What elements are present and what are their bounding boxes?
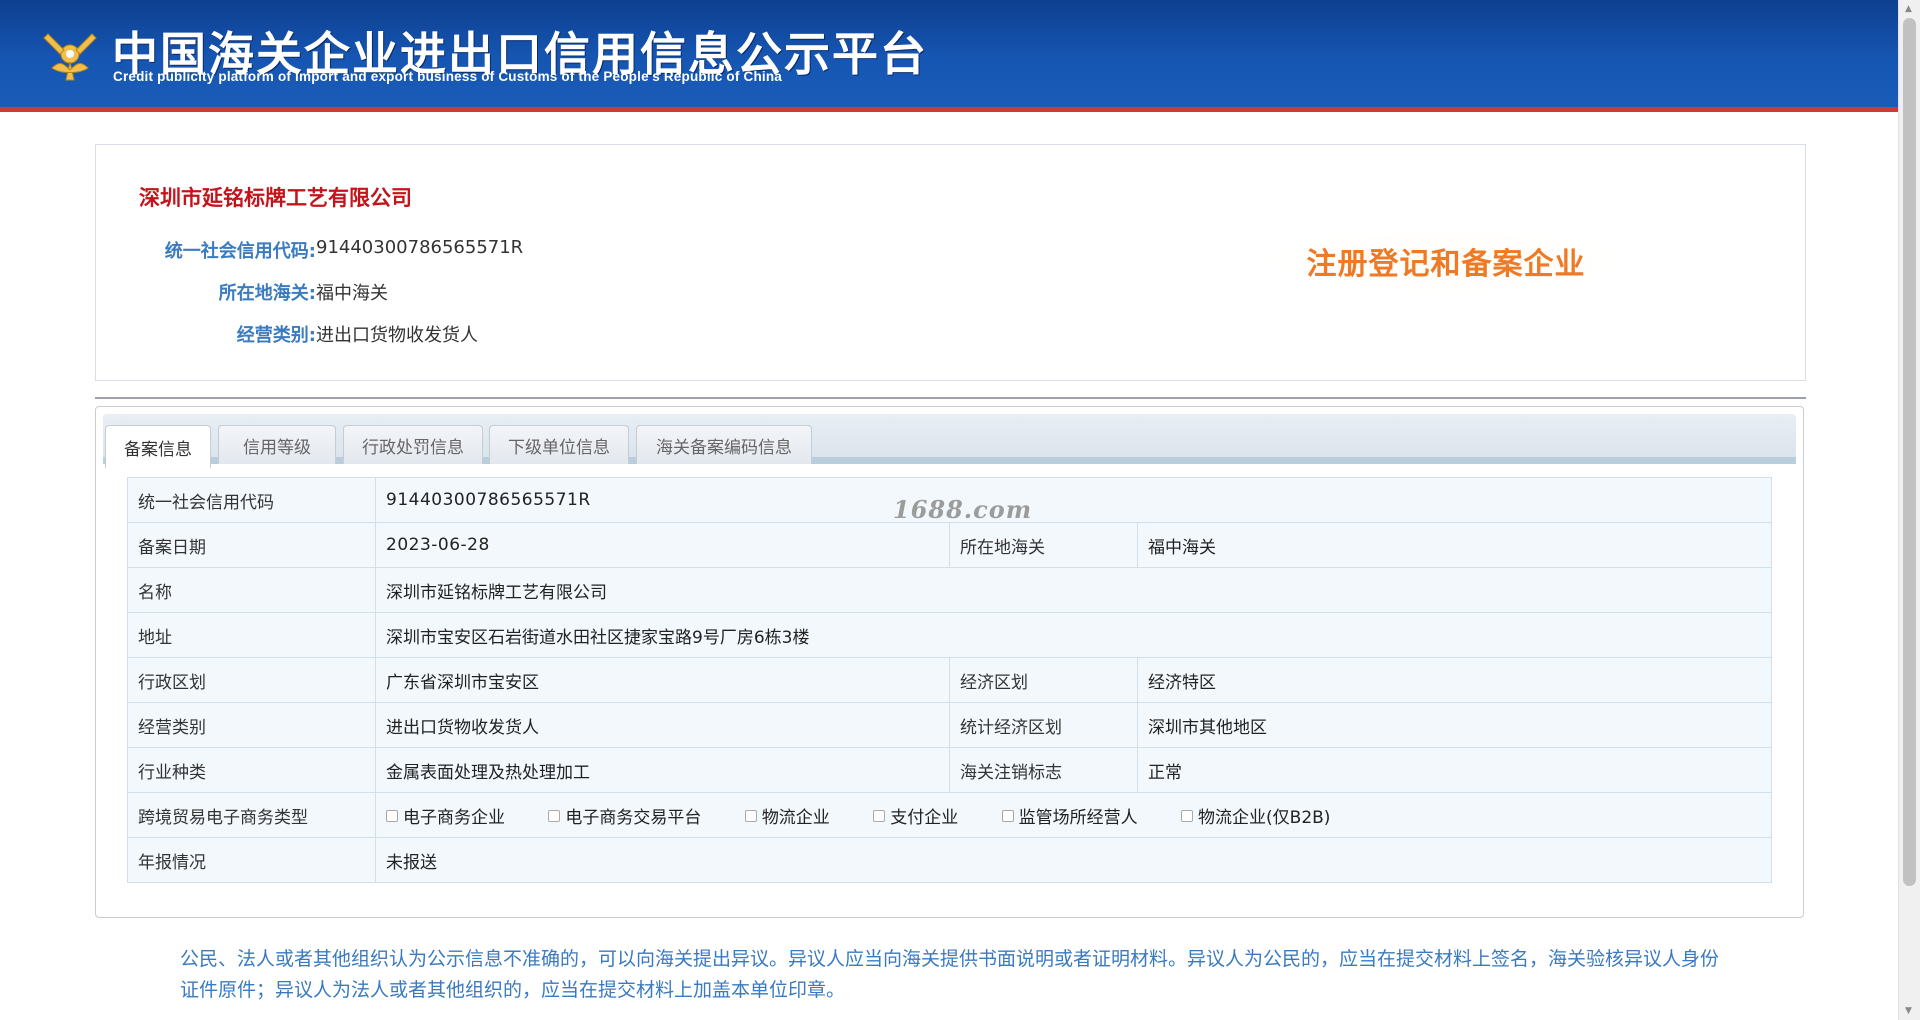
checkbox[interactable] bbox=[548, 809, 561, 822]
table-row: 名称 深圳市延铭标牌工艺有限公司 bbox=[127, 567, 1772, 613]
row-value: 经济特区 bbox=[1137, 657, 1772, 703]
table-row: 地址 深圳市宝安区石岩街道水田社区捷家宝路9号厂房6栋3楼 bbox=[127, 612, 1772, 658]
checkbox[interactable] bbox=[386, 809, 398, 822]
table-row: 行政区划 广东省深圳市宝安区 经济区划 经济特区 bbox=[127, 657, 1772, 703]
tab-subunit-info[interactable]: 下级单位信息 bbox=[489, 425, 629, 464]
ecommerce-option[interactable]: 物流企业(仅B2B) bbox=[1181, 803, 1330, 828]
tab-credit-level[interactable]: 信用等级 bbox=[218, 425, 336, 464]
objection-notice: 公民、法人或者其他组织认为公示信息不准确的，可以向海关提出异议。异议人应当向海关… bbox=[180, 948, 1720, 1001]
row-value: 2023-06-28 bbox=[375, 522, 950, 568]
row-label: 备案日期 bbox=[127, 522, 376, 568]
section-divider bbox=[95, 397, 1806, 399]
row-label: 名称 bbox=[127, 567, 376, 613]
ecommerce-option[interactable]: 监管场所经营人 bbox=[1001, 803, 1138, 828]
row-label: 行政区划 bbox=[127, 657, 376, 703]
checkbox-label: 支付企业 bbox=[890, 807, 959, 828]
page-scrollbar[interactable]: ▲ ▼ bbox=[1898, 0, 1920, 1020]
row-value: 未报送 bbox=[375, 837, 1772, 883]
row-value: 深圳市宝安区石岩街道水田社区捷家宝路9号厂房6栋3楼 bbox=[375, 612, 1772, 658]
customs-emblem-icon bbox=[43, 33, 97, 81]
tab-record-info[interactable]: 备案信息 bbox=[105, 425, 211, 468]
checkbox[interactable] bbox=[873, 809, 886, 822]
ecommerce-option[interactable]: 物流企业 bbox=[744, 803, 830, 828]
company-summary: 深圳市延铭标牌工艺有限公司 统一社会信用代码: 9144030078656557… bbox=[95, 144, 1806, 381]
row-label: 经营类别 bbox=[127, 702, 376, 748]
row-value: 福中海关 bbox=[1137, 522, 1772, 568]
record-info-table: 统一社会信用代码 91440300786565571R 备案日期 2023-06… bbox=[127, 477, 1772, 883]
details-panel: 备案信息 信用等级 行政处罚信息 下级单位信息 海关备案编码信息 统一社会信用代… bbox=[95, 406, 1804, 918]
ecommerce-option[interactable]: 电子商务交易平台 bbox=[548, 803, 701, 828]
company-name: 深圳市延铭标牌工艺有限公司 bbox=[139, 186, 412, 210]
table-row: 行业种类 金属表面处理及热处理加工 海关注销标志 正常 bbox=[127, 747, 1772, 793]
summary-label: 统一社会信用代码: bbox=[164, 241, 316, 262]
site-header: 中国海关企业进出口信用信息公示平台 Credit publicity platf… bbox=[0, 0, 1898, 112]
scroll-down-arrow-icon[interactable]: ▼ bbox=[1905, 1006, 1912, 1016]
row-label: 地址 bbox=[127, 612, 376, 658]
summary-label: 经营类别: bbox=[236, 325, 316, 346]
checkbox-label: 物流企业(仅B2B) bbox=[1198, 807, 1331, 828]
checkbox-label: 物流企业 bbox=[761, 807, 830, 828]
checkbox-label: 监管场所经营人 bbox=[1018, 807, 1138, 828]
row-label: 年报情况 bbox=[127, 837, 376, 883]
checkbox[interactable] bbox=[744, 809, 757, 822]
summary-value: 进出口货物收发货人 bbox=[316, 325, 478, 346]
row-value: 进出口货物收发货人 bbox=[375, 702, 950, 748]
checkbox[interactable] bbox=[1181, 809, 1194, 822]
row-value: 91440300786565571R bbox=[375, 477, 1772, 523]
ecommerce-option[interactable]: 电子商务企业 bbox=[386, 803, 505, 828]
summary-label: 所在地海关: bbox=[218, 283, 316, 304]
row-value: 深圳市延铭标牌工艺有限公司 bbox=[375, 567, 1772, 613]
summary-value: 91440300786565571R bbox=[316, 237, 524, 258]
scroll-up-arrow-icon[interactable]: ▲ bbox=[1905, 4, 1912, 14]
table-row: 备案日期 2023-06-28 所在地海关 福中海关 bbox=[127, 522, 1772, 568]
ecommerce-options: 电子商务企业 电子商务交易平台 物流企业 支付企业 监管场所经营人 物流企业(仅… bbox=[375, 792, 1772, 838]
table-row: 经营类别 进出口货物收发货人 统计经济区划 深圳市其他地区 bbox=[127, 702, 1772, 748]
row-label: 跨境贸易电子商务类型 bbox=[127, 792, 376, 838]
row-label: 所在地海关 bbox=[949, 522, 1138, 568]
tab-penalty-info[interactable]: 行政处罚信息 bbox=[343, 425, 483, 464]
row-value: 深圳市其他地区 bbox=[1137, 702, 1772, 748]
checkbox-label: 电子商务企业 bbox=[403, 807, 505, 828]
tab-bar: 备案信息 信用等级 行政处罚信息 下级单位信息 海关备案编码信息 bbox=[103, 414, 1796, 468]
row-label: 统一社会信用代码 bbox=[127, 477, 376, 523]
row-label: 行业种类 bbox=[127, 747, 376, 793]
row-value: 金属表面处理及热处理加工 bbox=[375, 747, 950, 793]
tab-customs-code-info[interactable]: 海关备案编码信息 bbox=[636, 425, 812, 464]
registration-stamp: 注册登记和备案企业 bbox=[1271, 229, 1621, 293]
checkbox-label: 电子商务交易平台 bbox=[565, 807, 702, 828]
row-label: 统计经济区划 bbox=[949, 702, 1138, 748]
row-value: 正常 bbox=[1137, 747, 1772, 793]
row-value: 广东省深圳市宝安区 bbox=[375, 657, 950, 703]
scroll-thumb[interactable] bbox=[1903, 18, 1916, 886]
row-label: 海关注销标志 bbox=[949, 747, 1138, 793]
row-label: 经济区划 bbox=[949, 657, 1138, 703]
table-row: 年报情况 未报送 bbox=[127, 837, 1772, 883]
table-row: 跨境贸易电子商务类型 电子商务企业 电子商务交易平台 物流企业 支付企业 监管场… bbox=[127, 792, 1772, 838]
site-subtitle: Credit publicity platform of import and … bbox=[113, 69, 783, 84]
ecommerce-option[interactable]: 支付企业 bbox=[873, 803, 958, 828]
watermark: 1688.com bbox=[893, 495, 1033, 524]
summary-value: 福中海关 bbox=[316, 283, 388, 304]
checkbox[interactable] bbox=[1001, 809, 1014, 822]
